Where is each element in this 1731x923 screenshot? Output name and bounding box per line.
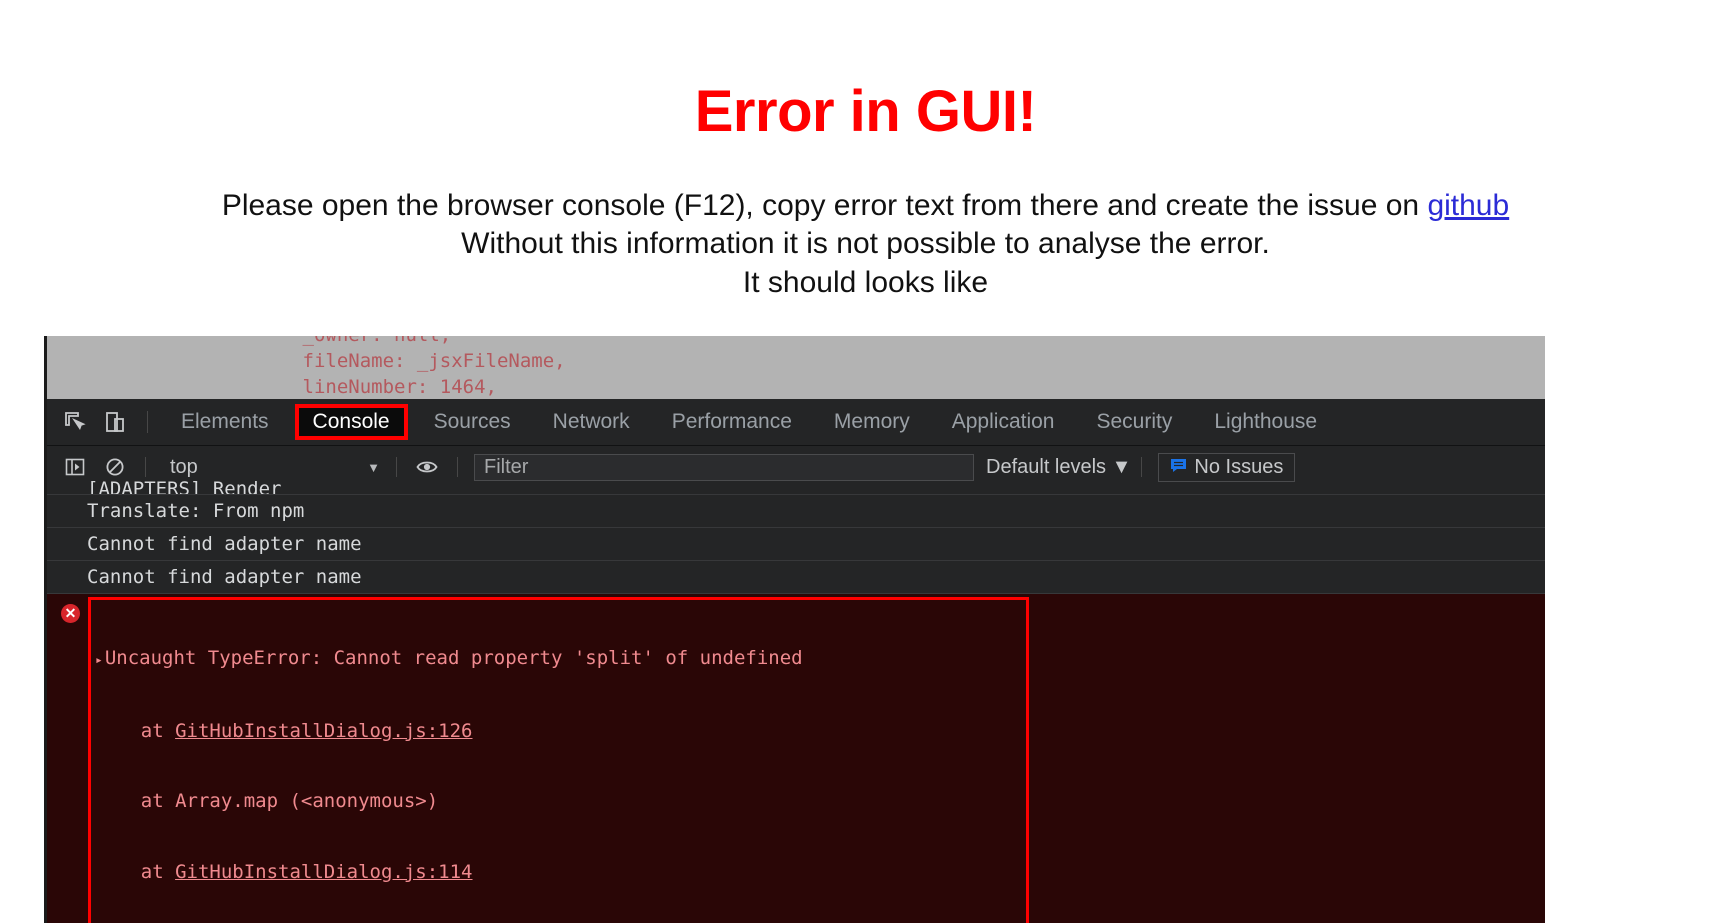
error-stack-trace: ▸ Uncaught TypeError: Cannot read propert…: [47, 600, 1545, 923]
tab-elements[interactable]: Elements: [165, 406, 285, 438]
stack-frame: at GitHubInstallDialog.js:114: [95, 861, 1545, 885]
tab-console[interactable]: Console: [294, 404, 408, 440]
expand-triangle-icon[interactable]: ▸: [95, 649, 103, 673]
tab-memory[interactable]: Memory: [818, 406, 926, 438]
chevron-down-icon: ▼: [367, 459, 380, 475]
issues-label: No Issues: [1194, 455, 1284, 478]
error-message-row[interactable]: ▸ Uncaught TypeError: Cannot read propert…: [95, 647, 1545, 673]
github-link[interactable]: github: [1427, 189, 1509, 222]
instruction-line-1: Please open the browser console (F12), c…: [0, 187, 1731, 225]
code-line-clipped: _owner: null,: [211, 336, 1545, 348]
tab-performance[interactable]: Performance: [656, 406, 808, 438]
inspect-element-icon[interactable]: [58, 405, 92, 439]
execution-context-value: top: [170, 455, 198, 478]
log-row: Translate: From npm: [47, 495, 1545, 528]
instruction-line-1-text: Please open the browser console (F12), c…: [221, 189, 1428, 222]
instructions: Please open the browser console (F12), c…: [0, 141, 1731, 302]
log-row: [ADAPTERS] Render: [47, 478, 1545, 495]
execution-context-select[interactable]: top ▼: [156, 456, 386, 479]
tab-sources[interactable]: Sources: [418, 406, 527, 438]
issues-button[interactable]: No Issues: [1158, 452, 1296, 482]
log-row: Cannot find adapter name: [47, 561, 1545, 594]
device-toolbar-icon[interactable]: [98, 405, 132, 439]
tab-application[interactable]: Application: [936, 406, 1071, 438]
tabbar-divider: [147, 411, 148, 433]
page-title: Error in GUI!: [694, 79, 1037, 144]
log-levels-dropdown[interactable]: Default levels ▼: [986, 456, 1131, 479]
console-error-entry[interactable]: ✕ ▸ Uncaught TypeError: Cannot read prope…: [47, 594, 1545, 923]
filter-placeholder: Filter: [484, 455, 529, 478]
stack-frame: at GitHubInstallDialog.js:126: [95, 720, 1545, 744]
console-log-area[interactable]: [ADAPTERS] Render Translate: From npm Ca…: [47, 478, 1545, 923]
code-line-linenumber: lineNumber: 1464,: [211, 376, 497, 398]
issues-speech-bubble-icon: [1170, 456, 1187, 479]
stack-link[interactable]: GitHubInstallDialog.js:114: [175, 861, 472, 883]
instruction-line-3: It should looks like: [742, 265, 989, 299]
stack-suffix: ): [426, 790, 439, 812]
tab-lighthouse[interactable]: Lighthouse: [1198, 406, 1333, 438]
toolbar-divider-2: [396, 457, 397, 477]
source-code-strip: _owner: null, fileName: _jsxFileName, li…: [47, 336, 1545, 399]
filter-input[interactable]: Filter: [474, 453, 974, 481]
stack-prefix: at: [95, 719, 176, 742]
live-expression-eye-icon[interactable]: [410, 450, 444, 484]
instruction-line-2: Without this information it is not possi…: [461, 227, 1270, 261]
toolbar-divider-1: [145, 457, 146, 477]
tab-security[interactable]: Security: [1080, 406, 1188, 438]
stack-plain: <anonymous>: [300, 790, 427, 812]
log-row: Cannot find adapter name: [47, 528, 1545, 561]
devtools-screenshot: _owner: null, fileName: _jsxFileName, li…: [44, 336, 1545, 923]
toolbar-divider-3: [457, 457, 458, 477]
stack-frame: at Array.map (<anonymous>): [95, 790, 1545, 814]
stack-link[interactable]: GitHubInstallDialog.js:126: [175, 720, 472, 742]
error-message: Uncaught TypeError: Cannot read property…: [104, 647, 803, 669]
toolbar-divider-4: [1141, 457, 1143, 477]
devtools-tabbar: Elements Console Sources Network Perform…: [47, 399, 1545, 446]
tab-network[interactable]: Network: [537, 406, 646, 438]
stack-prefix: at Array.map (: [95, 790, 301, 812]
code-line-filename: fileName: _jsxFileName,: [211, 350, 566, 372]
error-badge-icon: ✕: [61, 604, 80, 623]
stack-prefix: at: [95, 860, 176, 883]
